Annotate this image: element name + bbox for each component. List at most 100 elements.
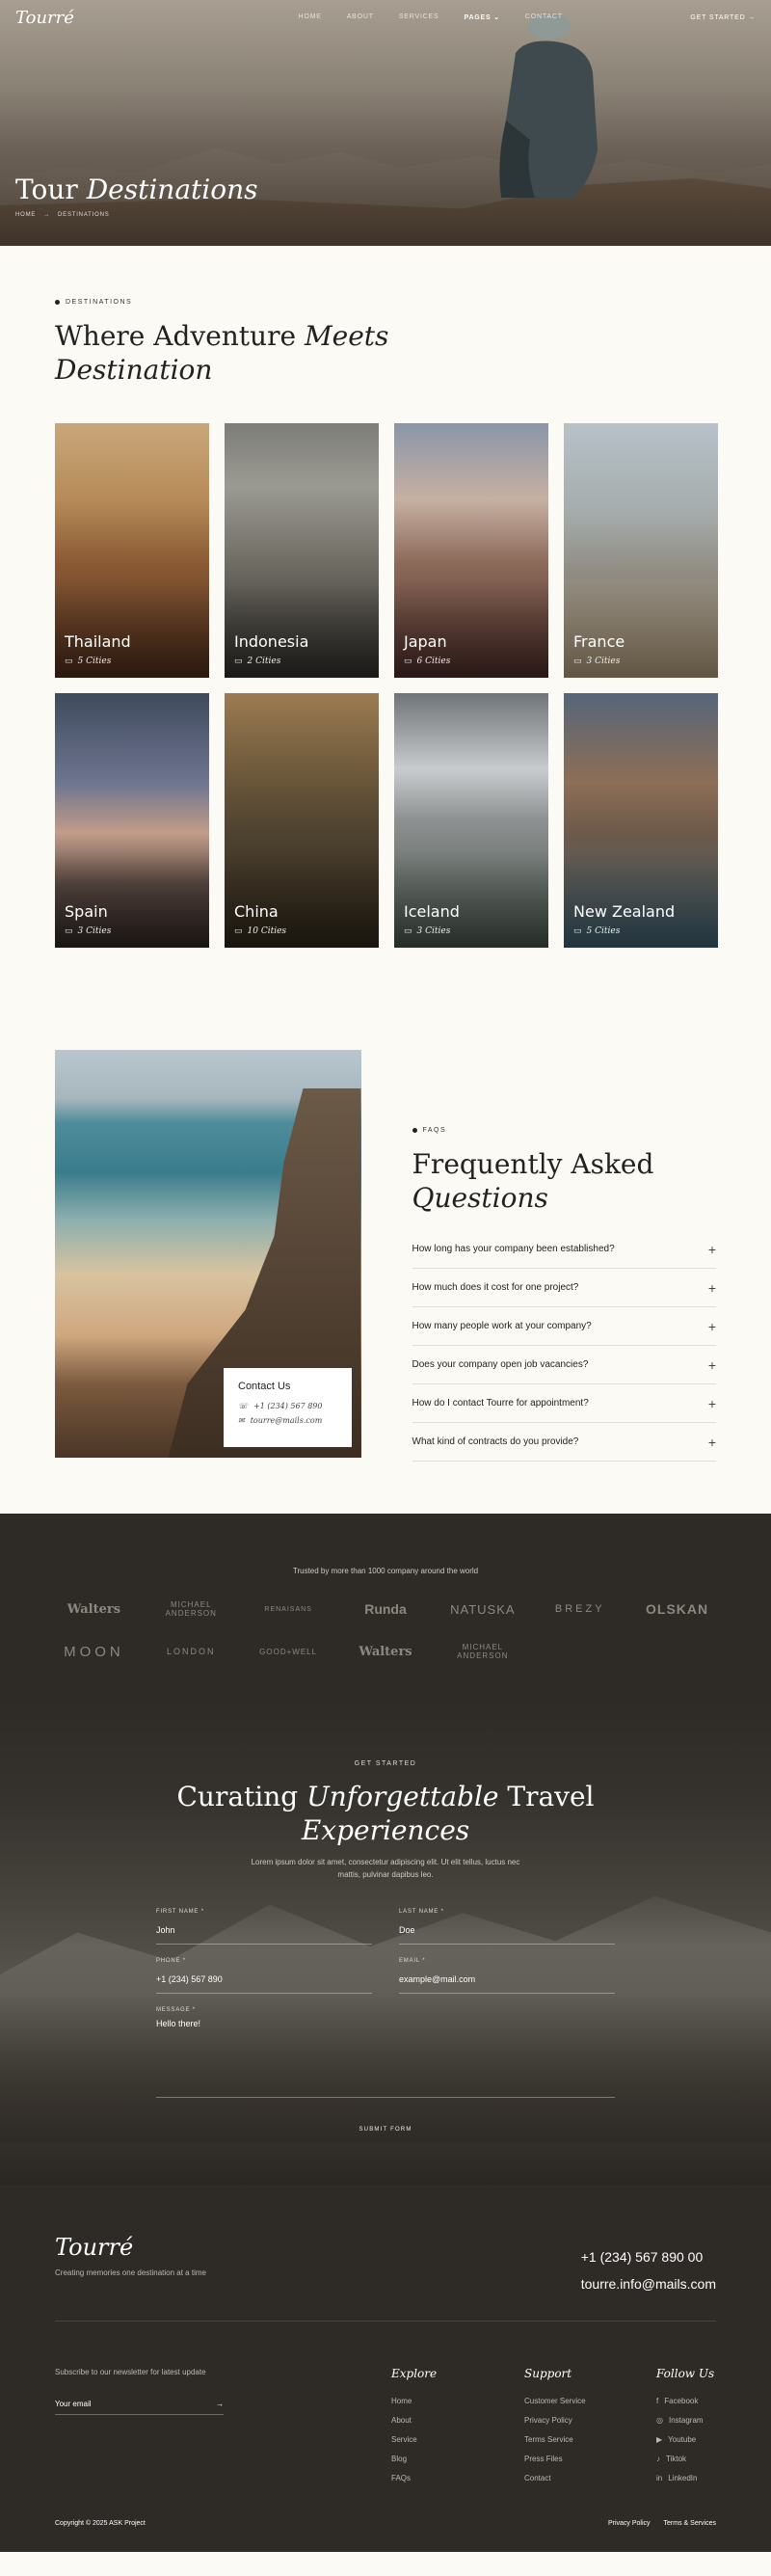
nav-pages[interactable]: PAGES ⌄: [465, 13, 500, 21]
map-icon: ▭: [404, 657, 412, 666]
get-started-button[interactable]: GET STARTED →: [690, 14, 756, 21]
footer-social-link[interactable]: f Facebook: [656, 2392, 714, 2411]
partner-logo: LONDON: [167, 1647, 216, 1656]
bullet-dot-icon: [55, 300, 60, 305]
privacy-policy-link[interactable]: Privacy Policy: [608, 2520, 651, 2527]
destinations-eyebrow-text: DESTINATIONS: [66, 299, 133, 306]
footer-email[interactable]: tourre.info@mails.com: [581, 2270, 716, 2297]
destination-cities: ▭ 5 Cities: [65, 657, 112, 666]
destination-cities: ▭ 3 Cities: [65, 926, 112, 936]
footer-support-title: Support: [524, 2367, 572, 2380]
footer-link[interactable]: Blog: [391, 2450, 437, 2469]
footer-link[interactable]: Privacy Policy: [524, 2411, 586, 2430]
footer-link[interactable]: Terms Service: [524, 2430, 586, 2450]
footer-link[interactable]: FAQs: [391, 2469, 437, 2488]
footer-social-link[interactable]: in LinkedIn: [656, 2469, 714, 2488]
arrow-right-icon[interactable]: →: [216, 2400, 224, 2408]
cta-eyebrow: GET STARTED: [354, 1760, 417, 1767]
partner-logos: Walters MICHAEL ANDERSON RENAISANS Runda…: [55, 1600, 716, 1660]
destination-card-spain[interactable]: Spain ▭ 3 Cities: [55, 693, 209, 948]
faq-item[interactable]: How many people work at your company? +: [412, 1307, 716, 1346]
destination-card-new-zealand[interactable]: New Zealand ▭ 5 Cities: [564, 693, 718, 948]
footer-explore: Explore Home About Service Blog FAQs: [391, 2367, 437, 2488]
footer-contact: +1 (234) 567 890 00 tourre.info@mails.co…: [581, 2243, 716, 2297]
footer-social-link[interactable]: ▶ Youtube: [656, 2430, 714, 2450]
plus-icon: +: [707, 1318, 716, 1334]
destination-card-indonesia[interactable]: Indonesia ▭ 2 Cities: [225, 423, 379, 678]
trusted-by-text: Trusted by more than 1000 company around…: [292, 1567, 479, 1575]
footer-social-link[interactable]: ◎ Instagram: [656, 2411, 714, 2430]
destination-name: Iceland: [404, 902, 460, 921]
map-icon: ▭: [573, 657, 582, 666]
site-footer: Tourré Creating memories one destination…: [0, 2186, 771, 2552]
destination-name: Spain: [65, 902, 108, 921]
message-textarea[interactable]: Hello there!: [156, 2019, 615, 2086]
partner-logo: MOON: [64, 1643, 124, 1660]
site-logo[interactable]: Tourré: [15, 8, 74, 28]
footer-link[interactable]: Customer Service: [524, 2392, 586, 2411]
page-title-italic: Destinations: [86, 174, 258, 205]
email-input[interactable]: [399, 1974, 615, 1984]
destination-card-japan[interactable]: Japan ▭ 6 Cities: [394, 423, 548, 678]
partner-logo: BREZY: [554, 1603, 605, 1615]
faq-item[interactable]: What kind of contracts do you provide? +: [412, 1423, 716, 1462]
map-icon: ▭: [573, 926, 582, 936]
footer-social-link[interactable]: ♪ Tiktok: [656, 2450, 714, 2469]
copyright: Copyright © 2025 ASK Project: [55, 2520, 146, 2527]
nav-home[interactable]: HOME: [298, 13, 321, 21]
faq-item[interactable]: Does your company open job vacancies? +: [412, 1346, 716, 1384]
terms-link[interactable]: Terms & Services: [664, 2520, 716, 2527]
last-name-input[interactable]: [399, 1925, 615, 1935]
partner-logo: Runda: [364, 1601, 407, 1617]
destination-cities: ▭ 3 Cities: [404, 926, 451, 936]
footer-link[interactable]: Press Files: [524, 2450, 586, 2469]
footer-link[interactable]: About: [391, 2411, 437, 2430]
coast-cliff-image: Contact Us ☏ +1 (234) 567 890 ✉ tourre@mai…: [55, 1050, 361, 1458]
message-field: MESSAGE * Hello there!: [156, 2007, 615, 2098]
map-icon: ▭: [234, 657, 243, 666]
nav-about[interactable]: ABOUT: [347, 13, 374, 21]
newsletter-email-input[interactable]: Your email →: [55, 2400, 224, 2415]
top-nav: Tourré HOME ABOUT SERVICES PAGES ⌄ CONTA…: [0, 0, 771, 35]
destination-card-china[interactable]: China ▭ 10 Cities: [225, 693, 379, 948]
page-title-plain: Tour: [15, 174, 78, 205]
contact-card-title: Contact Us: [238, 1381, 291, 1392]
destinations-title-italic-1: Meets: [304, 320, 389, 352]
nav-contact[interactable]: CONTACT: [525, 13, 563, 21]
partner-logo: Walters: [66, 1601, 121, 1617]
destination-cities: ▭ 2 Cities: [234, 657, 281, 666]
breadcrumb-home[interactable]: HOME: [15, 212, 36, 218]
footer-link[interactable]: Home: [391, 2392, 437, 2411]
destination-cities: ▭ 6 Cities: [404, 657, 451, 666]
plus-icon: +: [707, 1241, 716, 1257]
faq-item[interactable]: How do I contact Tourre for appointment?…: [412, 1384, 716, 1423]
map-icon: ▭: [65, 926, 73, 936]
submit-form-button[interactable]: SUBMIT FORM: [0, 2127, 771, 2133]
footer-phone[interactable]: +1 (234) 567 890 00: [581, 2243, 716, 2270]
faq-item[interactable]: How much does it cost for one project? +: [412, 1269, 716, 1307]
phone-field: PHONE *: [156, 1958, 372, 1994]
destination-card-france[interactable]: France ▭ 3 Cities: [564, 423, 718, 678]
nav-services[interactable]: SERVICES: [399, 13, 439, 21]
footer-link[interactable]: Service: [391, 2430, 437, 2450]
bullet-dot-icon: [412, 1128, 417, 1133]
destination-card-thailand[interactable]: Thailand ▭ 5 Cities: [55, 423, 209, 678]
faq-item[interactable]: How long has your company been establish…: [412, 1230, 716, 1269]
destinations-section: DESTINATIONS Where Adventure Meets Desti…: [0, 246, 771, 948]
destinations-eyebrow: DESTINATIONS: [55, 299, 716, 306]
first-name-input[interactable]: [156, 1925, 372, 1935]
contact-card: Contact Us ☏ +1 (234) 567 890 ✉ tourre@mai…: [224, 1368, 352, 1447]
plus-icon: +: [707, 1279, 716, 1296]
partner-logo: NATUSKA: [450, 1601, 516, 1617]
destination-card-iceland[interactable]: Iceland ▭ 3 Cities: [394, 693, 548, 948]
page-title: Tour Destinations: [15, 174, 257, 205]
map-icon: ▭: [404, 926, 412, 936]
contact-email[interactable]: ✉ tourre@mails.com: [238, 1416, 337, 1425]
map-icon: ▭: [65, 657, 73, 666]
contact-phone[interactable]: ☏ +1 (234) 567 890: [238, 1402, 337, 1410]
phone-input[interactable]: [156, 1974, 372, 1984]
destination-name: China: [234, 902, 279, 921]
hiker-figure: [499, 14, 598, 198]
footer-link[interactable]: Contact: [524, 2469, 586, 2488]
plus-icon: +: [707, 1395, 716, 1411]
